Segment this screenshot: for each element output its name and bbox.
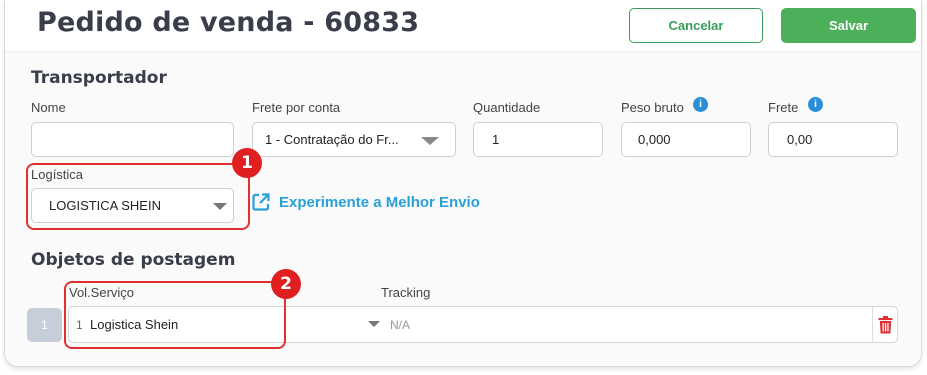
peso-bruto-label: Peso bruto — [621, 100, 684, 115]
peso-bruto-input[interactable]: 0,000 — [621, 122, 751, 157]
section-title-objetos: Objetos de postagem — [31, 250, 236, 270]
melhor-envio-link[interactable]: Experimente a Melhor Envio — [251, 192, 480, 212]
logistica-value: LOGISTICA SHEIN — [49, 198, 161, 213]
annotation-badge-1: 1 — [232, 148, 262, 178]
external-link-icon — [252, 193, 270, 211]
cancel-button[interactable]: Cancelar — [629, 8, 763, 43]
logistica-select[interactable]: LOGISTICA SHEIN — [31, 188, 234, 223]
nome-input[interactable] — [31, 122, 234, 157]
quantidade-label: Quantidade — [473, 100, 541, 115]
caret-down-icon — [421, 137, 439, 145]
header-bar: Pedido de venda - 60833 Cancelar Salvar — [5, 0, 921, 52]
save-button[interactable]: Salvar — [781, 8, 916, 43]
annotation-highlight-2 — [64, 281, 286, 349]
tracking-label: Tracking — [381, 285, 431, 300]
form-content: Transportador Nome Frete por conta 1 - C… — [5, 53, 921, 366]
nome-label: Nome — [31, 100, 66, 115]
frete-por-conta-value: 1 - Contratação do Fr... — [265, 132, 399, 147]
frete-por-conta-select[interactable]: 1 - Contratação do Fr... — [252, 122, 456, 157]
annotation-badge-2: 2 — [271, 269, 301, 299]
caret-down-icon[interactable] — [368, 321, 380, 327]
frete-por-conta-label: Frete por conta — [252, 100, 341, 115]
quantidade-input[interactable]: 1 — [473, 122, 603, 157]
frete-input[interactable]: 0,00 — [768, 122, 898, 157]
page-title: Pedido de venda - 60833 — [37, 7, 420, 38]
row-index: 1 — [27, 308, 62, 342]
caret-down-icon — [213, 203, 227, 210]
section-title-transportador: Transportador — [31, 68, 167, 88]
tracking-input[interactable]: N/A — [390, 318, 410, 332]
melhor-envio-link-label: Experimente a Melhor Envio — [279, 193, 480, 211]
trash-icon — [878, 315, 892, 333]
info-icon[interactable]: i — [693, 97, 708, 112]
sales-order-panel: Pedido de venda - 60833 Cancelar Salvar … — [4, 0, 922, 367]
logistica-label: Logística — [31, 167, 84, 182]
info-icon[interactable]: i — [808, 97, 823, 112]
delete-row-button[interactable] — [872, 307, 897, 342]
frete-label: Frete — [768, 100, 799, 115]
